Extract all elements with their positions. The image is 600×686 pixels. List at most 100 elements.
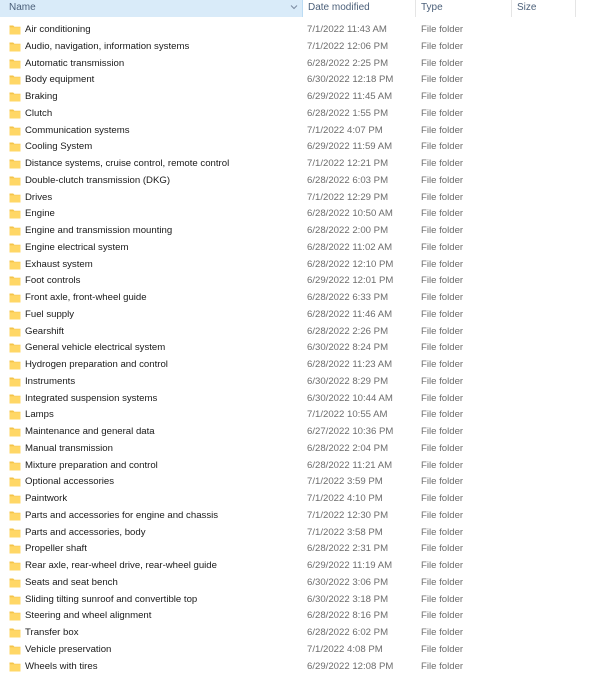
- file-row[interactable]: Air conditioning 7/1/2022 11:43 AM File …: [0, 22, 600, 39]
- file-row[interactable]: Seats and seat bench 6/30/2022 3:06 PM F…: [0, 575, 600, 592]
- column-header-type[interactable]: Type: [416, 0, 512, 17]
- file-date-modified: 6/29/2022 12:08 PM: [307, 660, 394, 672]
- file-name: Distance systems, cruise control, remote…: [25, 158, 230, 169]
- file-date-modified: 6/28/2022 12:10 PM: [307, 258, 394, 270]
- file-row[interactable]: Engine 6/28/2022 10:50 AM File folder: [0, 206, 600, 223]
- file-row[interactable]: Mixture preparation and control 6/28/202…: [0, 458, 600, 475]
- file-date-modified: 7/1/2022 10:55 AM: [307, 409, 388, 421]
- file-date-modified: 7/1/2022 3:59 PM: [307, 476, 383, 488]
- file-row[interactable]: Engine electrical system 6/28/2022 11:02…: [0, 240, 600, 257]
- folder-icon: [9, 59, 21, 68]
- file-row[interactable]: Rear axle, rear-wheel drive, rear-wheel …: [0, 558, 600, 575]
- file-row[interactable]: Instruments 6/30/2022 8:29 PM File folde…: [0, 374, 600, 391]
- file-date-modified: 6/30/2022 3:18 PM: [307, 593, 389, 605]
- file-name: Transfer box: [25, 627, 79, 638]
- file-name: Parts and accessories, body: [25, 526, 146, 538]
- file-row[interactable]: Front axle, front-wheel guide 6/28/2022 …: [0, 290, 600, 307]
- file-row[interactable]: Double-clutch transmission (DKG) 6/28/20…: [0, 173, 600, 190]
- file-row[interactable]: Parts and accessories for engine and cha…: [0, 508, 600, 525]
- file-row[interactable]: Foot controls 6/29/2022 12:01 PM File fo…: [0, 273, 600, 290]
- file-type: File folder: [421, 643, 464, 655]
- folder-icon: [9, 142, 21, 152]
- folder-icon: [9, 477, 21, 487]
- file-name: Lamps: [25, 409, 54, 421]
- file-type: File folder: [421, 91, 464, 102]
- file-row[interactable]: Engine and transmission mounting 6/28/20…: [0, 223, 600, 240]
- file-row[interactable]: Distance systems, cruise control, remote…: [0, 156, 600, 173]
- file-name: Fuel supply: [25, 308, 75, 320]
- file-date-modified: 6/28/2022 10:50 AM: [307, 208, 393, 220]
- file-date-modified: 6/27/2022 10:36 PM: [307, 426, 394, 437]
- column-header-date-label: Date modified: [308, 2, 370, 13]
- file-name: Optional accessories: [25, 476, 115, 488]
- file-date-modified: 6/28/2022 6:03 PM: [307, 174, 389, 186]
- file-row[interactable]: Vehicle preservation 7/1/2022 4:08 PM Fi…: [0, 642, 600, 659]
- file-type: File folder: [421, 308, 464, 320]
- file-type: File folder: [421, 24, 464, 35]
- file-row[interactable]: Cooling System 6/29/2022 11:59 AM File f…: [0, 139, 600, 156]
- file-row[interactable]: Parts and accessories, body 7/1/2022 3:5…: [0, 525, 600, 542]
- file-row[interactable]: Steering and wheel alignment 6/28/2022 8…: [0, 608, 600, 625]
- file-date-modified: 6/28/2022 1:55 PM: [307, 107, 389, 119]
- file-row[interactable]: Drives 7/1/2022 12:29 PM File folder: [0, 190, 600, 207]
- file-type: File folder: [421, 509, 464, 521]
- file-row[interactable]: Exhaust system 6/28/2022 12:10 PM File f…: [0, 257, 600, 274]
- file-row[interactable]: Paintwork 7/1/2022 4:10 PM File folder: [0, 491, 600, 508]
- file-row[interactable]: Maintenance and general data 6/27/2022 1…: [0, 424, 600, 441]
- file-row[interactable]: Automatic transmission 6/28/2022 2:25 PM…: [0, 56, 600, 73]
- file-row[interactable]: Optional accessories 7/1/2022 3:59 PM Fi…: [0, 474, 600, 491]
- file-type: File folder: [421, 375, 464, 387]
- folder-icon: [9, 42, 21, 52]
- file-name: Engine and transmission mounting: [25, 225, 173, 236]
- file-row[interactable]: Transfer box 6/28/2022 6:02 PM File fold…: [0, 625, 600, 642]
- file-type: File folder: [421, 225, 464, 236]
- file-row[interactable]: Fuel supply 6/28/2022 11:46 AM File fold…: [0, 307, 600, 324]
- file-type: File folder: [421, 158, 464, 169]
- file-row[interactable]: Lamps 7/1/2022 10:55 AM File folder: [0, 407, 600, 424]
- file-name: Hydrogen preparation and control: [25, 359, 168, 370]
- file-type: File folder: [421, 442, 464, 454]
- column-header-name[interactable]: Name: [0, 0, 303, 17]
- file-row[interactable]: Propeller shaft 6/28/2022 2:31 PM File f…: [0, 541, 600, 558]
- file-row[interactable]: Audio, navigation, information systems 7…: [0, 39, 600, 56]
- file-name: Body equipment: [25, 74, 95, 86]
- file-date-modified: 6/29/2022 11:19 AM: [307, 560, 393, 571]
- file-row[interactable]: General vehicle electrical system 6/30/2…: [0, 340, 600, 357]
- column-header-name-label: Name: [9, 2, 36, 13]
- file-date-modified: 6/30/2022 12:18 PM: [307, 74, 394, 86]
- folder-icon: [9, 226, 21, 236]
- file-row[interactable]: Braking 6/29/2022 11:45 AM File folder: [0, 89, 600, 106]
- file-row[interactable]: Gearshift 6/28/2022 2:26 PM File folder: [0, 324, 600, 341]
- folder-icon: [9, 461, 21, 470]
- file-name: Front axle, front-wheel guide: [25, 292, 147, 303]
- file-type: File folder: [421, 459, 464, 471]
- file-row[interactable]: Integrated suspension systems 6/30/2022 …: [0, 391, 600, 408]
- file-name: Parts and accessories for engine and cha…: [25, 509, 219, 521]
- file-row[interactable]: Body equipment 6/30/2022 12:18 PM File f…: [0, 72, 600, 89]
- file-type: File folder: [421, 124, 464, 136]
- column-header-size[interactable]: Size: [512, 0, 576, 17]
- file-row[interactable]: Wheels with tires 6/29/2022 12:08 PM Fil…: [0, 659, 600, 676]
- column-header-size-label: Size: [517, 2, 537, 13]
- file-row[interactable]: Manual transmission 6/28/2022 2:04 PM Fi…: [0, 441, 600, 458]
- file-type: File folder: [421, 191, 464, 203]
- file-date-modified: 7/1/2022 4:08 PM: [307, 643, 383, 655]
- file-date-modified: 6/28/2022 11:23 AM: [307, 359, 393, 370]
- file-row[interactable]: Sliding tilting sunroof and convertible …: [0, 592, 600, 609]
- file-name: Air conditioning: [25, 24, 91, 35]
- folder-icon: [9, 511, 21, 521]
- file-name: Automatic transmission: [25, 57, 125, 69]
- folder-icon: [9, 109, 21, 119]
- file-date-modified: 6/28/2022 6:33 PM: [307, 292, 389, 303]
- column-header-bar: Name Date modified Type Size: [0, 0, 600, 17]
- file-type: File folder: [421, 610, 464, 622]
- file-row[interactable]: Clutch 6/28/2022 1:55 PM File folder: [0, 106, 600, 123]
- folder-icon: [9, 293, 21, 303]
- file-row[interactable]: Communication systems 7/1/2022 4:07 PM F…: [0, 123, 600, 140]
- file-row[interactable]: Hydrogen preparation and control 6/28/20…: [0, 357, 600, 374]
- file-date-modified: 6/28/2022 6:02 PM: [307, 627, 389, 638]
- column-header-date[interactable]: Date modified: [303, 0, 416, 17]
- chevron-down-icon[interactable]: [290, 3, 298, 11]
- file-name: Audio, navigation, information systems: [25, 40, 190, 52]
- file-type: File folder: [421, 627, 464, 638]
